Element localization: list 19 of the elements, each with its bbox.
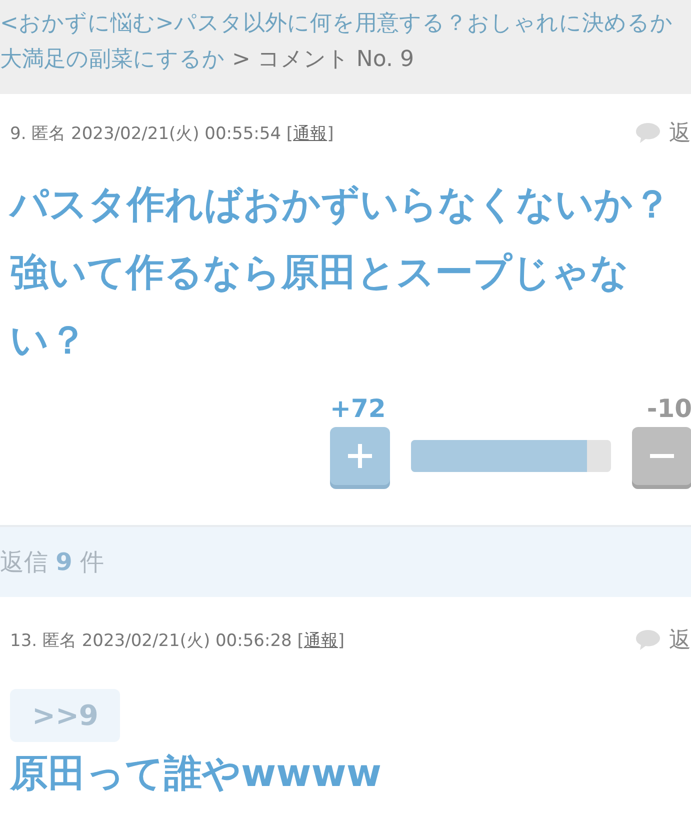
comment-body: 原田って誰やwwww xyxy=(10,750,382,797)
report-link[interactable]: 通報 xyxy=(304,630,338,650)
comment-meta: 13. 匿名 2023/02/21(火) 00:56:28 [通報] xyxy=(10,630,345,652)
comment-body: パスタ作ればおかずいらなくないか？強いて作るなら原田とスープじゃない？ xyxy=(10,181,672,364)
comment-meta: 9. 匿名 2023/02/21(火) 00:55:54 [通報] xyxy=(10,122,334,144)
minus-count: -10 xyxy=(646,394,691,423)
plus-count: +72 xyxy=(330,394,386,423)
reply-link[interactable]: 返 xyxy=(669,625,691,655)
minus-icon xyxy=(650,454,674,458)
reply-link[interactable]: 返 xyxy=(669,118,691,148)
replies-bar[interactable]: 返信 9 件 xyxy=(0,525,691,597)
reply-count[interactable]: 返信 9 件 xyxy=(0,546,104,578)
report-link[interactable]: 通報 xyxy=(293,124,328,144)
speech-bubble-icon[interactable] xyxy=(635,629,661,651)
plus-icon xyxy=(345,441,375,471)
breadcrumb: <おかずに悩む>パスタ以外に何を用意する？おしゃれに決めるか大満足の副菜にするか > コメント No. 9 xyxy=(0,10,674,74)
plus-button[interactable] xyxy=(330,427,390,485)
minus-button[interactable] xyxy=(632,427,691,485)
speech-bubble-icon[interactable] xyxy=(635,122,661,144)
